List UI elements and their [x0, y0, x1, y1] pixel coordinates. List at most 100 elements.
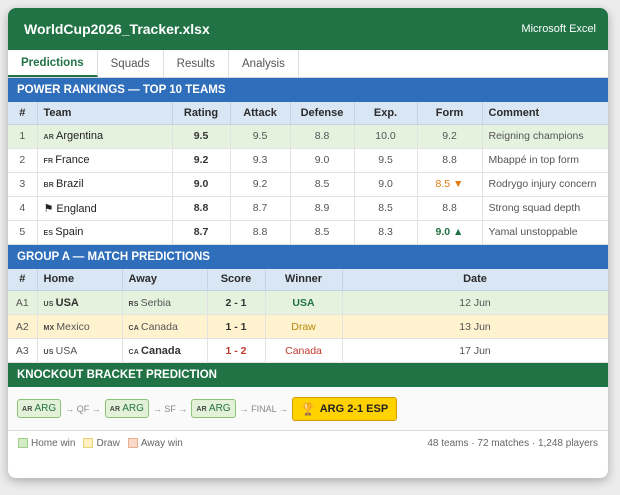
table-row[interactable]: A1 US USA RS Serbia 2 - 1 USA 12 Jun [8, 290, 608, 315]
exp-cell[interactable]: 10.0 [354, 124, 418, 149]
col-header-winner[interactable]: Winner [265, 268, 343, 291]
form-cell[interactable]: 9.2 [417, 124, 483, 149]
col-header-comment[interactable]: Comment [482, 102, 608, 125]
rating-cell[interactable]: 9.0 [172, 172, 231, 197]
rank-cell[interactable]: 1 [8, 124, 38, 149]
team-cell[interactable]: FR France [37, 148, 173, 173]
attack-cell[interactable]: 9.3 [230, 148, 291, 173]
col-header-rating[interactable]: Rating [172, 102, 231, 125]
away-cell[interactable]: CA Canada [122, 338, 208, 363]
table-row[interactable]: 5 ES Spain 8.7 8.8 8.5 8.3 9.0 ▲ Yamal un… [8, 220, 608, 245]
team-name: USA [55, 344, 78, 357]
col-header-score[interactable]: Score [207, 268, 266, 291]
rank-cell[interactable]: 5 [8, 220, 38, 245]
col-header-form[interactable]: Form [417, 102, 483, 125]
defense-cell[interactable]: 8.5 [290, 220, 355, 245]
rating-cell[interactable]: 8.8 [172, 196, 231, 221]
score-cell[interactable]: 2 - 1 [207, 290, 266, 315]
exp-cell[interactable]: 8.5 [354, 196, 418, 221]
team-cell[interactable]: ⚑ England [37, 196, 173, 221]
arrow-final: → FINAL → [239, 403, 288, 414]
col-header-rank[interactable]: # [8, 102, 38, 125]
form-cell[interactable]: 8.8 [417, 148, 483, 173]
bracket-node-sf[interactable]: AR ARG [191, 399, 236, 418]
form-cell-up[interactable]: 9.0 ▲ [417, 220, 483, 245]
table-row[interactable]: A3 US USA CA Canada 1 - 2 Canada 17 Jun [8, 338, 608, 363]
comment-cell[interactable]: Mbappé in top form [482, 148, 608, 173]
date-cell[interactable]: 12 Jun [342, 290, 608, 315]
col-header-match-id[interactable]: # [8, 268, 38, 291]
exp-cell[interactable]: 9.5 [354, 148, 418, 173]
table-row[interactable]: 4 ⚑ England 8.8 8.7 8.9 8.5 8.8 Strong sq… [8, 196, 608, 221]
comment-cell[interactable]: Yamal unstoppable [482, 220, 608, 245]
match-id-cell[interactable]: A3 [8, 338, 38, 363]
defense-cell[interactable]: 8.9 [290, 196, 355, 221]
country-code: AR [43, 134, 55, 141]
exp-cell[interactable]: 9.0 [354, 172, 418, 197]
table-row[interactable]: A2 MX Mexico CA Canada 1 - 1 Draw 13 Jun [8, 314, 608, 339]
table-row[interactable]: 3 BR Brazil 9.0 9.2 8.5 9.0 8.5 ▼ Rodrygo… [8, 172, 608, 197]
form-cell-down[interactable]: 8.5 ▼ [417, 172, 483, 197]
bracket-node-r16[interactable]: AR ARG [17, 399, 62, 418]
away-win-swatch [127, 438, 138, 448]
country-code: CA [128, 324, 140, 332]
date-cell[interactable]: 13 Jun [342, 314, 608, 339]
group-table: # Home Away Score Winner Date A1 US USA R… [8, 268, 608, 363]
col-header-team[interactable]: Team [37, 102, 173, 125]
comment-cell[interactable]: Rodrygo injury concern [482, 172, 608, 197]
defense-cell[interactable]: 8.8 [290, 124, 355, 149]
col-header-date[interactable]: Date [342, 268, 608, 291]
country-code: US [43, 300, 54, 308]
winner-cell[interactable]: Canada [265, 338, 343, 363]
home-cell[interactable]: US USA [37, 338, 123, 363]
rank-cell[interactable]: 3 [8, 172, 38, 197]
col-header-away[interactable]: Away [122, 268, 208, 291]
team-cell[interactable]: ES Spain [37, 220, 173, 245]
comment-cell[interactable]: Reigning champions [482, 124, 608, 149]
tab-squads[interactable]: Squads [98, 50, 164, 77]
defense-cell[interactable]: 8.5 [290, 172, 355, 197]
match-id-cell[interactable]: A2 [8, 314, 38, 339]
rank-cell[interactable]: 2 [8, 148, 38, 173]
col-header-attack[interactable]: Attack [230, 102, 291, 125]
team-name: France [55, 154, 90, 166]
col-header-home[interactable]: Home [37, 268, 123, 291]
match-id-cell[interactable]: A1 [8, 290, 38, 315]
winner-cell[interactable]: Draw [265, 314, 343, 339]
bracket-node-qf[interactable]: AR ARG [104, 399, 149, 418]
score-cell[interactable]: 1 - 1 [207, 314, 266, 339]
defense-cell[interactable]: 9.0 [290, 148, 355, 173]
rankings-section-header: POWER RANKINGS — TOP 10 TEAMS [8, 78, 608, 102]
score-cell[interactable]: 1 - 2 [207, 338, 266, 363]
final-prediction-box[interactable]: 🏆 ARG 2-1 ESP [291, 396, 398, 421]
rating-cell[interactable]: 9.2 [172, 148, 231, 173]
away-cell[interactable]: CA Canada [122, 314, 208, 339]
form-cell[interactable]: 8.8 [417, 196, 483, 221]
table-row[interactable]: 1 AR Argentina 9.5 9.5 8.8 10.0 9.2 Reign… [8, 124, 608, 149]
rank-cell[interactable]: 4 [8, 196, 38, 221]
col-header-defense[interactable]: Defense [290, 102, 355, 125]
winner-cell[interactable]: USA [265, 290, 343, 315]
home-cell[interactable]: MX Mexico [37, 314, 123, 339]
away-cell[interactable]: RS Serbia [122, 290, 208, 315]
attack-cell[interactable]: 9.5 [230, 124, 291, 149]
attack-cell[interactable]: 8.8 [230, 220, 291, 245]
rating-cell[interactable]: 9.5 [172, 124, 231, 149]
flag-icon: ⚑ [43, 202, 54, 215]
table-row[interactable]: 2 FR France 9.2 9.3 9.0 9.5 8.8 Mbappé in… [8, 148, 608, 173]
team-cell[interactable]: AR Argentina [37, 124, 173, 149]
rating-cell[interactable]: 8.7 [172, 220, 231, 245]
col-header-exp[interactable]: Exp. [354, 102, 418, 125]
tab-analysis[interactable]: Analysis [229, 50, 299, 77]
tab-predictions[interactable]: Predictions [8, 50, 98, 77]
excel-window: WorldCup2026_Tracker.xlsx Microsoft Exce… [8, 8, 608, 478]
team-cell[interactable]: BR Brazil [37, 172, 173, 197]
team-name: England [56, 202, 97, 215]
attack-cell[interactable]: 8.7 [230, 196, 291, 221]
attack-cell[interactable]: 9.2 [230, 172, 291, 197]
date-cell[interactable]: 17 Jun [342, 338, 608, 363]
home-cell[interactable]: US USA [37, 290, 123, 315]
exp-cell[interactable]: 8.3 [354, 220, 418, 245]
tab-results[interactable]: Results [164, 50, 230, 77]
comment-cell[interactable]: Strong squad depth [482, 196, 608, 221]
